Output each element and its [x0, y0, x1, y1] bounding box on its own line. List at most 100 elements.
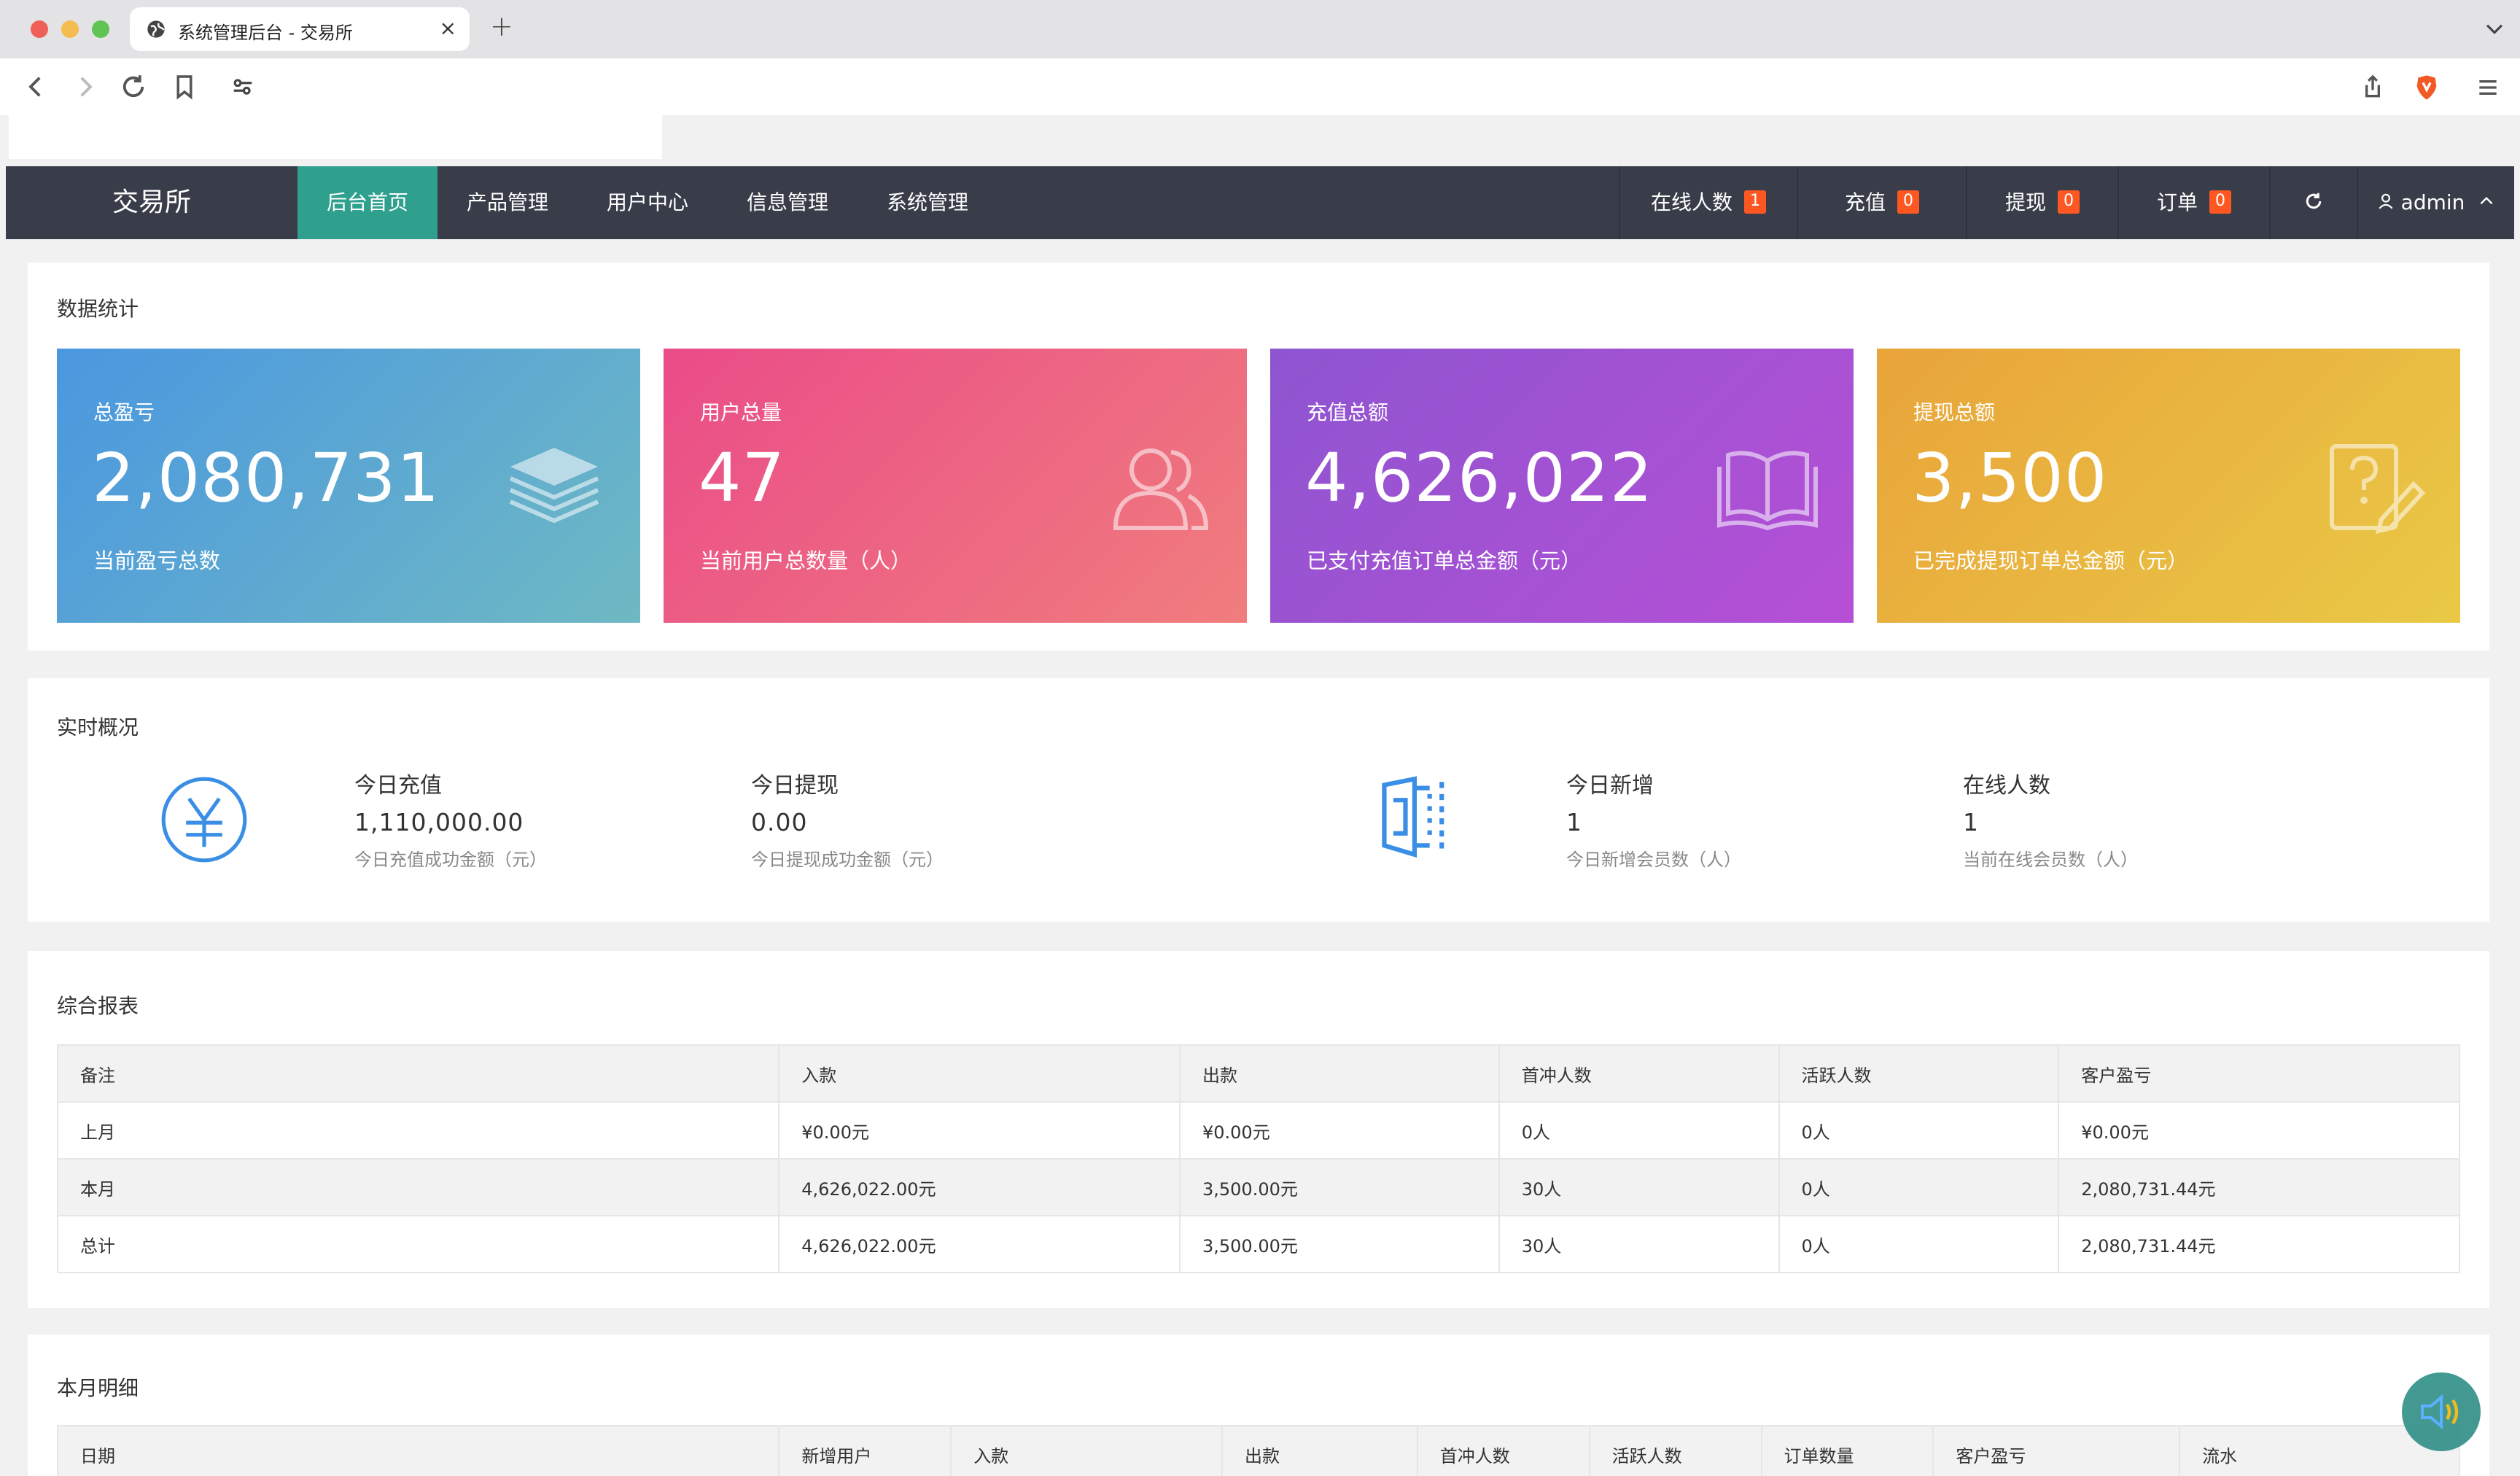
- table-cell: ¥0.00元: [2058, 1101, 2460, 1160]
- layers-icon: [509, 448, 599, 524]
- nav-recharge[interactable]: 充值 0: [1797, 166, 1966, 239]
- book-icon: [1717, 451, 1818, 531]
- window-minimize-button[interactable]: [61, 20, 79, 38]
- report-table: 备注 入款 出款 首冲人数 活跃人数 客户盈亏 上月 ¥0.00元 ¥0.00元…: [56, 1044, 2460, 1273]
- yuan-icon: [161, 777, 247, 863]
- stat-card-profit[interactable]: 总盈亏 2,080,731 当前盈亏总数: [57, 349, 640, 623]
- nav-online-count[interactable]: 在线人数 1: [1619, 166, 1797, 239]
- table-cell: 0人: [1778, 1101, 2060, 1160]
- rt-desc: 今日充值成功金额（元）: [354, 850, 547, 870]
- rt-desc: 今日新增会员数（人）: [1566, 850, 1741, 870]
- table-header-cell: 订单数量: [1760, 1425, 1934, 1476]
- table-header-cell: 入款: [950, 1425, 1223, 1476]
- logo: 交易所: [112, 187, 191, 217]
- rt-desc: 当前在线会员数（人）: [1963, 850, 2138, 870]
- rt-value: 1,110,000.00: [354, 808, 524, 836]
- table-cell: 4,626,022.00元: [778, 1215, 1181, 1273]
- online-label: 在线人数: [1650, 190, 1732, 214]
- rt-label: 今日新增: [1566, 773, 1654, 799]
- nav-item-info[interactable]: 信息管理: [718, 166, 858, 239]
- table-header-cell: 出款: [1221, 1425, 1418, 1476]
- stats-panel: 数据统计 总盈亏 2,080,731 当前盈亏总数 用户总量 47 当前用户总数…: [28, 263, 2489, 650]
- rt-desc: 今日提现成功金额（元）: [751, 850, 944, 870]
- bookmark-icon[interactable]: [169, 71, 200, 102]
- window-close-button[interactable]: [31, 20, 48, 38]
- online-badge: 1: [1744, 190, 1766, 214]
- browser-tab[interactable]: 系统管理后台 - 交易所 ×: [130, 7, 470, 51]
- orders-badge: 0: [2209, 190, 2231, 214]
- orders-label: 订单: [2156, 190, 2198, 214]
- table-row: 总计 4,626,022.00元 3,500.00元 30人 0人 2,080,…: [56, 1215, 2460, 1273]
- realtime-title: 实时概况: [57, 715, 139, 739]
- table-cell: 4,626,022.00元: [778, 1158, 1181, 1216]
- table-row: 上月 ¥0.00元 ¥0.00元 0人 0人 ¥0.00元: [56, 1101, 2460, 1160]
- stat-label: 用户总量: [700, 400, 782, 424]
- table-cell: 0人: [1498, 1101, 1780, 1160]
- table-header-cell: 活跃人数: [1778, 1044, 2060, 1103]
- stats-title: 数据统计: [57, 297, 139, 321]
- tab-title: 系统管理后台 - 交易所: [178, 23, 353, 43]
- reload-icon[interactable]: [118, 71, 149, 102]
- monthly-table: 日期 新增用户 入款 出款 首冲人数 活跃人数 订单数量 客户盈亏 流水: [56, 1425, 2460, 1476]
- browser-toolbar: [0, 58, 2520, 115]
- table-header-cell: 日期: [56, 1425, 780, 1476]
- table-header-cell: 入款: [778, 1044, 1181, 1103]
- door-icon: [1382, 776, 1444, 858]
- question-edit-icon: [2330, 444, 2425, 535]
- table-header-cell: 客户盈亏: [2058, 1044, 2460, 1103]
- report-panel: 综合报表 备注 入款 出款 首冲人数 活跃人数 客户盈亏 上月 ¥0.00元 ¥…: [28, 951, 2489, 1308]
- realtime-panel: 实时概况 今日充值 1,110,000.00 今日充值成功金额（元） 今日提现 …: [28, 678, 2489, 922]
- nav-item-home[interactable]: 后台首页: [298, 166, 438, 239]
- nav-item-system[interactable]: 系统管理: [858, 166, 998, 239]
- table-header-cell: 出款: [1178, 1044, 1500, 1103]
- tab-close-icon[interactable]: ×: [440, 16, 456, 40]
- table-cell: 本月: [56, 1158, 780, 1216]
- stat-desc: 当前盈亏总数: [93, 548, 221, 573]
- stat-label: 总盈亏: [93, 400, 155, 424]
- window-maximize-button[interactable]: [92, 20, 109, 38]
- share-icon[interactable]: [2358, 73, 2387, 102]
- nav-withdraw[interactable]: 提现 0: [1966, 166, 2118, 239]
- rt-value: 1: [1963, 808, 1979, 836]
- recharge-label: 充值: [1844, 190, 1886, 214]
- app-header: 交易所 后台首页 产品管理 用户中心 信息管理 系统管理 在线人数 1 充值 0 提…: [6, 166, 2514, 239]
- rt-label: 在线人数: [1963, 773, 2050, 799]
- new-tab-button[interactable]: +: [490, 10, 513, 42]
- table-header-cell: 首冲人数: [1498, 1044, 1780, 1103]
- chevron-down-icon[interactable]: [2482, 16, 2507, 41]
- table-cell: 2,080,731.44元: [2058, 1215, 2460, 1273]
- stat-desc: 当前用户总数量（人）: [700, 548, 912, 573]
- forward-icon[interactable]: [70, 71, 101, 102]
- table-header-row: 备注 入款 出款 首冲人数 活跃人数 客户盈亏: [56, 1044, 2460, 1103]
- table-header-cell: 首冲人数: [1416, 1425, 1590, 1476]
- stat-value: 2,080,731: [92, 439, 440, 517]
- stat-card-recharge[interactable]: 充值总额 4,626,022 已支付充值订单总金额（元）: [1270, 349, 1854, 623]
- sound-float-button[interactable]: [2402, 1372, 2481, 1451]
- refresh-button[interactable]: [2269, 166, 2357, 239]
- nav-item-products[interactable]: 产品管理: [438, 166, 578, 239]
- stat-card-withdraw[interactable]: 提现总额 3,500 已完成提现订单总金额（元）: [1877, 349, 2460, 623]
- rt-value: 1: [1566, 808, 1582, 836]
- table-cell: 3,500.00元: [1178, 1215, 1500, 1273]
- user-menu[interactable]: admin: [2357, 166, 2514, 239]
- monthly-panel: 本月明细 日期 新增用户 入款 出款 首冲人数 活跃人数 订单数量 客户盈亏 流…: [28, 1335, 2489, 1476]
- user-icon: [2379, 193, 2393, 209]
- refresh-icon: [2306, 193, 2322, 209]
- today-recharge: 今日充值 1,110,000.00 今日充值成功金额（元）: [354, 767, 547, 871]
- brave-shield-icon[interactable]: [2412, 73, 2441, 102]
- nav-item-users[interactable]: 用户中心: [578, 166, 718, 239]
- rt-label: 今日提现: [751, 773, 839, 799]
- nav-orders[interactable]: 订单 0: [2118, 166, 2269, 239]
- report-title: 综合报表: [57, 994, 139, 1018]
- menu-icon[interactable]: [2473, 73, 2502, 102]
- stat-card-users[interactable]: 用户总量 47 当前用户总数量（人）: [664, 349, 1247, 623]
- stat-value: 4,626,022: [1305, 439, 1654, 517]
- withdraw-label: 提现: [2004, 190, 2046, 214]
- site-settings-icon[interactable]: [228, 71, 258, 102]
- back-icon[interactable]: [20, 71, 51, 102]
- stat-label: 提现总额: [1913, 400, 1996, 424]
- stat-value: 47: [699, 439, 786, 517]
- users-icon: [1113, 448, 1209, 530]
- table-cell: 30人: [1498, 1158, 1780, 1216]
- table-header-cell: 备注: [56, 1044, 780, 1103]
